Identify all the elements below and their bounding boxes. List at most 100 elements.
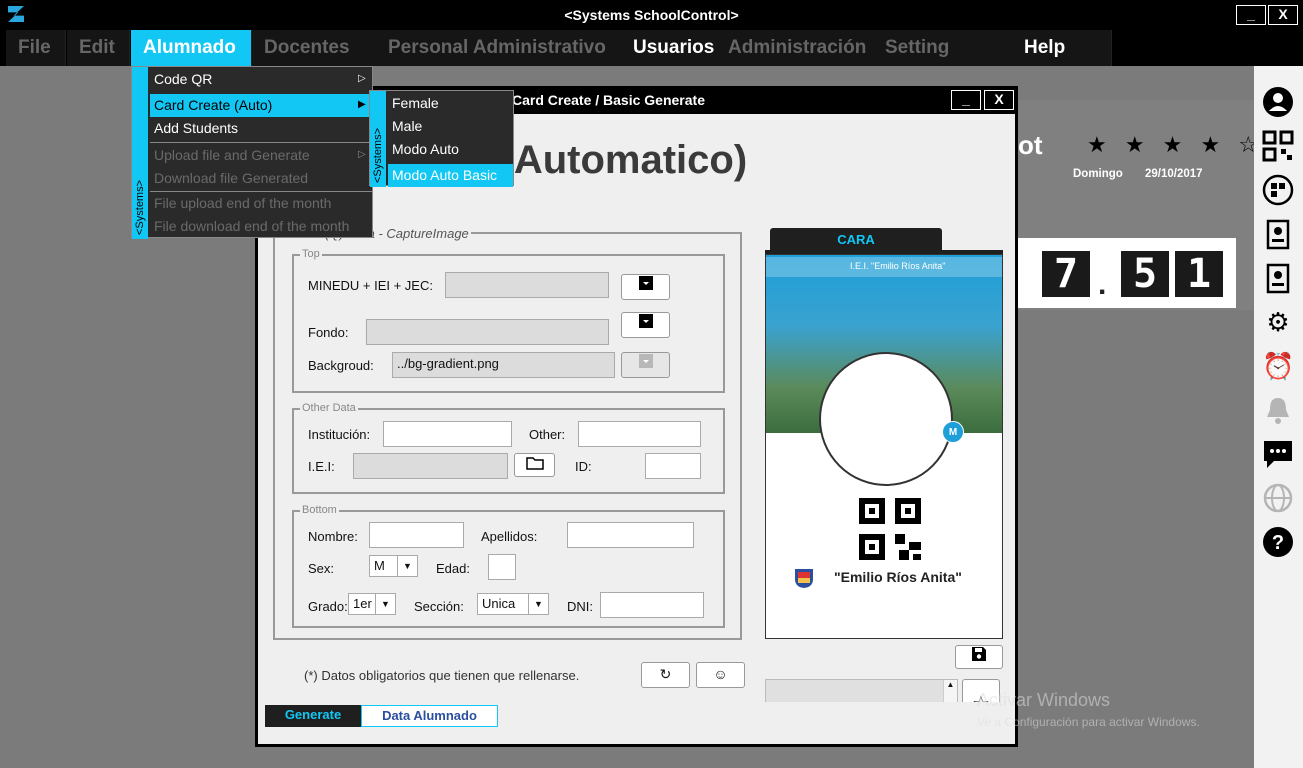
qr-scan-icon[interactable] bbox=[1262, 174, 1294, 206]
submenu-item-female[interactable]: Female bbox=[388, 92, 513, 115]
alarm-clock-icon[interactable]: ⏰ bbox=[1262, 350, 1294, 382]
folder-browse-button[interactable] bbox=[514, 453, 555, 477]
menu-edit[interactable]: Edit bbox=[67, 30, 130, 66]
backgroud-input[interactable]: ../bg-gradient.png bbox=[392, 352, 615, 378]
backgroud-label: Backgroud: bbox=[308, 358, 374, 373]
menu-item-code-qr[interactable]: Code QR bbox=[150, 68, 372, 91]
app-title: <Systems SchoolControl> bbox=[564, 7, 739, 23]
menu-item-card-create-auto[interactable]: Card Create (Auto) bbox=[150, 94, 372, 117]
iei-input[interactable] bbox=[353, 453, 508, 479]
institucion-label: Institución: bbox=[308, 427, 371, 442]
dashboard-title: ot bbox=[1018, 130, 1043, 160]
grado-value: 1er bbox=[353, 596, 372, 611]
day-label: Domingo bbox=[1073, 168, 1123, 180]
chat-icon[interactable] bbox=[1262, 438, 1294, 470]
dropdown-side-label: <Systems> bbox=[132, 67, 148, 239]
bell-icon[interactable] bbox=[1262, 394, 1294, 426]
digital-clock: 7 . 5 1 bbox=[1018, 238, 1236, 308]
tab-generate[interactable]: Generate bbox=[265, 705, 361, 727]
globe-icon[interactable] bbox=[1262, 482, 1294, 514]
menu-setting[interactable]: Setting bbox=[873, 30, 1013, 66]
submenu-arrow-icon: ▶ bbox=[358, 99, 366, 110]
fondo-input[interactable] bbox=[366, 319, 609, 345]
id-label: ID: bbox=[575, 459, 592, 474]
activation-watermark-text: Ve a Configuración para activar Windows. bbox=[977, 715, 1200, 729]
seccion-label: Sección: bbox=[414, 599, 464, 614]
seccion-select[interactable]: Unica ▼ bbox=[477, 593, 549, 615]
activation-watermark-title: Activar Windows bbox=[977, 690, 1111, 710]
submenu-item-modo-auto[interactable]: Modo Auto bbox=[388, 138, 513, 161]
minedu-label: MINEDU + IEI + JEC: bbox=[308, 278, 433, 293]
menu-item-download-generated[interactable]: Download file Generated bbox=[150, 167, 372, 190]
menu-item-upload-and-generate[interactable]: Upload file and Generate bbox=[150, 144, 372, 167]
sex-value: M bbox=[374, 558, 385, 573]
top-group: Top MINEDU + IEI + JEC: Fondo: Backgroud… bbox=[292, 248, 725, 393]
submenu-item-male[interactable]: Male bbox=[388, 115, 513, 138]
settings-gear-icon[interactable]: ⚙ bbox=[1262, 306, 1294, 338]
save-card-button[interactable] bbox=[955, 645, 1003, 669]
grado-label: Grado: bbox=[308, 599, 348, 614]
sex-select[interactable]: M ▼ bbox=[369, 555, 418, 577]
submenu-side-label: <Systems> bbox=[370, 91, 386, 187]
user-icon[interactable] bbox=[1262, 86, 1294, 118]
window-minimize-button[interactable]: _ bbox=[951, 90, 981, 110]
iei-label: I.E.I: bbox=[308, 459, 335, 474]
title-bar: <Systems SchoolControl> _ X bbox=[0, 0, 1303, 30]
menu-docentes[interactable]: Docentes bbox=[252, 30, 380, 66]
face-capture-button[interactable]: ☺ bbox=[696, 662, 745, 688]
menu-item-add-students[interactable]: Add Students bbox=[150, 117, 372, 140]
menu-help[interactable]: Help bbox=[1012, 30, 1112, 66]
id-input[interactable] bbox=[645, 453, 701, 479]
clock-digit: 1 bbox=[1175, 251, 1223, 297]
close-button[interactable]: X bbox=[1268, 5, 1298, 25]
menu-item-file-upload-end-month[interactable]: File upload end of the month bbox=[150, 192, 372, 215]
bottom-group: Bottom Nombre: Apellidos: Sex: M ▼ Edad: … bbox=[292, 504, 725, 628]
mandatory-note: (*) Datos obligatorios que tienen que re… bbox=[304, 668, 580, 683]
backgroud-download-button[interactable] bbox=[621, 352, 670, 378]
alumnado-dropdown: <Systems> Code QR ▷ Card Create (Auto) ▶… bbox=[131, 66, 373, 239]
card-tab-cara[interactable]: CARA bbox=[770, 228, 942, 252]
menu-file[interactable]: File bbox=[6, 30, 66, 66]
minedu-input[interactable] bbox=[445, 272, 609, 298]
card-create-submenu: <Systems> Female Male Modo Auto Modo Aut… bbox=[369, 90, 514, 187]
other-data-group: Other Data Institución: Other: I.E.I: ID… bbox=[292, 402, 725, 494]
chevron-down-icon: ▼ bbox=[528, 594, 548, 614]
other-input[interactable] bbox=[578, 421, 701, 447]
card-photo-circle bbox=[819, 352, 953, 486]
grado-select[interactable]: 1er ▼ bbox=[348, 593, 396, 615]
menu-alumnado[interactable]: Alumnado bbox=[131, 30, 252, 66]
menu-item-file-download-end-month[interactable]: File download end of the month bbox=[150, 215, 372, 238]
card-qr-code-icon bbox=[859, 498, 923, 565]
edad-input[interactable] bbox=[488, 554, 516, 580]
school-crest-icon bbox=[793, 567, 815, 589]
minimize-button[interactable]: _ bbox=[1236, 5, 1266, 25]
menu-administracion[interactable]: Administración bbox=[716, 30, 876, 66]
tab-data-alumnado[interactable]: Data Alumnado bbox=[361, 705, 498, 727]
id-card-icon[interactable] bbox=[1262, 262, 1294, 294]
window-close-button[interactable]: X bbox=[984, 90, 1014, 110]
apellidos-input[interactable] bbox=[567, 522, 694, 548]
dni-label: DNI: bbox=[567, 599, 593, 614]
top-legend: Top bbox=[300, 248, 322, 260]
submenu-item-modo-auto-basic[interactable]: Modo Auto Basic bbox=[388, 164, 513, 187]
refresh-button[interactable]: ↻ bbox=[641, 662, 690, 688]
fondo-download-button[interactable] bbox=[621, 312, 670, 338]
rating-stars: ★ ★ ★ ★ ☆ bbox=[1087, 132, 1265, 157]
menu-divider bbox=[150, 142, 372, 143]
qr-code-icon[interactable] bbox=[1262, 130, 1294, 162]
window-tab-strip: Generate Data Alumnado bbox=[258, 702, 1015, 744]
help-icon[interactable]: ? bbox=[1262, 526, 1294, 558]
clock-separator: . bbox=[1098, 268, 1107, 301]
menu-bar: File Edit Alumnado Docentes Personal Adm… bbox=[0, 30, 1303, 66]
id-badge-icon[interactable] bbox=[1262, 218, 1294, 250]
chevron-down-icon: ▼ bbox=[397, 556, 417, 576]
clock-digit: 7 bbox=[1042, 251, 1090, 297]
menu-personal-administrativo[interactable]: Personal Administrativo bbox=[376, 30, 624, 66]
minedu-download-button[interactable] bbox=[621, 274, 670, 300]
submenu-arrow-icon: ▷ bbox=[358, 73, 366, 84]
dni-input[interactable] bbox=[600, 592, 704, 618]
chevron-down-icon: ▼ bbox=[375, 594, 395, 614]
nombre-input[interactable] bbox=[369, 522, 464, 548]
institucion-input[interactable] bbox=[383, 421, 512, 447]
menu-usuarios[interactable]: Usuarios bbox=[621, 30, 721, 66]
